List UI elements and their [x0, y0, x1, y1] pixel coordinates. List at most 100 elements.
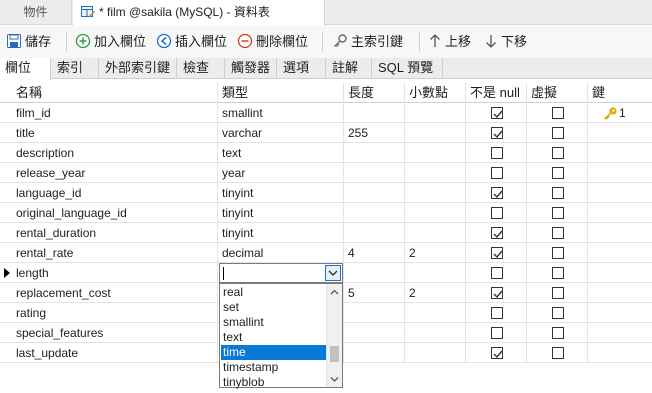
type-option[interactable]: set: [221, 300, 327, 315]
column-header-type[interactable]: 類型: [218, 83, 344, 103]
tab-objects[interactable]: 物件: [0, 0, 72, 25]
virtual-checkbox[interactable]: [552, 247, 564, 259]
tab-triggers[interactable]: 觸發器: [226, 58, 277, 79]
field-length-cell[interactable]: [344, 143, 405, 163]
field-decimals-cell[interactable]: [405, 163, 466, 183]
column-header-length[interactable]: 長度: [344, 83, 405, 103]
insert-field-button[interactable]: 插入欄位: [156, 31, 227, 53]
not-null-checkbox[interactable]: [491, 187, 503, 199]
field-decimals-cell[interactable]: 2: [405, 283, 466, 303]
field-type-cell[interactable]: tinyint: [218, 203, 344, 223]
table-row[interactable]: description text: [0, 143, 652, 163]
field-name-cell[interactable]: last_update: [12, 343, 218, 363]
field-decimals-cell[interactable]: [405, 123, 466, 143]
tab-foreign-keys[interactable]: 外部索引鍵: [100, 58, 177, 79]
not-null-checkbox[interactable]: [491, 107, 503, 119]
field-decimals-cell[interactable]: [405, 183, 466, 203]
field-length-cell[interactable]: [344, 303, 405, 323]
field-length-cell[interactable]: [344, 103, 405, 123]
column-header-not-null[interactable]: 不是 null: [466, 83, 527, 103]
field-length-cell[interactable]: [344, 183, 405, 203]
field-type-cell[interactable]: tinyint: [218, 223, 344, 243]
virtual-checkbox[interactable]: [552, 287, 564, 299]
field-type-cell[interactable]: smallint: [218, 103, 344, 123]
table-row[interactable]: release_year year: [0, 163, 652, 183]
type-option[interactable]: smallint: [221, 315, 327, 330]
field-name-cell[interactable]: rental_duration: [12, 223, 218, 243]
field-type-cell[interactable]: varchar: [218, 123, 344, 143]
field-name-cell[interactable]: special_features: [12, 323, 218, 343]
type-option[interactable]: text: [221, 330, 327, 345]
dropdown-scrollbar[interactable]: [326, 284, 342, 387]
type-option[interactable]: real: [221, 285, 327, 300]
virtual-checkbox[interactable]: [552, 207, 564, 219]
not-null-checkbox[interactable]: [491, 347, 503, 359]
field-name-cell[interactable]: language_id: [12, 183, 218, 203]
not-null-checkbox[interactable]: [491, 227, 503, 239]
save-button[interactable]: 儲存: [6, 31, 51, 53]
dropdown-button[interactable]: [325, 265, 341, 281]
field-length-cell[interactable]: [344, 203, 405, 223]
not-null-checkbox[interactable]: [491, 247, 503, 259]
field-decimals-cell[interactable]: [405, 303, 466, 323]
field-length-cell[interactable]: [344, 163, 405, 183]
field-decimals-cell[interactable]: [405, 323, 466, 343]
virtual-checkbox[interactable]: [552, 167, 564, 179]
type-option[interactable]: tinyblob: [221, 375, 327, 390]
delete-field-button[interactable]: 刪除欄位: [237, 31, 308, 53]
virtual-checkbox[interactable]: [552, 107, 564, 119]
field-decimals-cell[interactable]: [405, 103, 466, 123]
field-length-cell[interactable]: 4: [344, 243, 405, 263]
tab-indexes[interactable]: 索引: [52, 58, 99, 79]
not-null-checkbox[interactable]: [491, 167, 503, 179]
not-null-checkbox[interactable]: [491, 147, 503, 159]
field-type-cell[interactable]: text: [218, 143, 344, 163]
field-decimals-cell[interactable]: [405, 263, 466, 283]
tab-comment[interactable]: 註解: [327, 58, 372, 79]
tab-film-table[interactable]: * film @sakila (MySQL) - 資料表: [73, 0, 325, 26]
tab-sql-preview[interactable]: SQL 預覽: [373, 58, 443, 79]
column-header-decimals[interactable]: 小數點: [405, 83, 466, 103]
virtual-checkbox[interactable]: [552, 147, 564, 159]
primary-key-button[interactable]: 主索引鍵: [332, 31, 403, 53]
field-length-cell[interactable]: [344, 343, 405, 363]
field-name-cell[interactable]: replacement_cost: [12, 283, 218, 303]
scroll-up-button[interactable]: [327, 285, 342, 299]
virtual-checkbox[interactable]: [552, 227, 564, 239]
type-combobox[interactable]: [219, 263, 343, 283]
field-length-cell[interactable]: [344, 263, 405, 283]
table-row[interactable]: rental_rate decimal 4 2: [0, 243, 652, 263]
field-decimals-cell[interactable]: [405, 143, 466, 163]
virtual-checkbox[interactable]: [552, 347, 564, 359]
column-header-name[interactable]: 名稱: [12, 83, 218, 103]
virtual-checkbox[interactable]: [552, 127, 564, 139]
field-name-cell[interactable]: rental_rate: [12, 243, 218, 263]
field-name-cell[interactable]: description: [12, 143, 218, 163]
type-option[interactable]: timestamp: [221, 360, 327, 375]
tab-checks[interactable]: 檢查: [178, 58, 225, 79]
field-type-cell[interactable]: decimal: [218, 243, 344, 263]
scroll-thumb[interactable]: [330, 346, 339, 362]
not-null-checkbox[interactable]: [491, 267, 503, 279]
field-length-cell[interactable]: 255: [344, 123, 405, 143]
virtual-checkbox[interactable]: [552, 307, 564, 319]
move-down-button[interactable]: 下移: [484, 31, 527, 53]
scroll-down-button[interactable]: [327, 372, 342, 386]
table-row[interactable]: language_id tinyint: [0, 183, 652, 203]
tab-fields[interactable]: 欄位: [0, 58, 51, 80]
field-name-cell[interactable]: film_id: [12, 103, 218, 123]
field-type-cell[interactable]: year: [218, 163, 344, 183]
virtual-checkbox[interactable]: [552, 267, 564, 279]
field-length-cell[interactable]: [344, 223, 405, 243]
field-name-cell[interactable]: length: [12, 263, 218, 283]
table-row[interactable]: title varchar 255: [0, 123, 652, 143]
column-header-virtual[interactable]: 虛擬: [527, 83, 588, 103]
virtual-checkbox[interactable]: [552, 187, 564, 199]
field-name-cell[interactable]: original_language_id: [12, 203, 218, 223]
field-decimals-cell[interactable]: 2: [405, 243, 466, 263]
field-decimals-cell[interactable]: [405, 343, 466, 363]
type-option[interactable]: time: [221, 345, 327, 360]
add-field-button[interactable]: 加入欄位: [75, 31, 146, 53]
field-length-cell[interactable]: 5: [344, 283, 405, 303]
not-null-checkbox[interactable]: [491, 207, 503, 219]
